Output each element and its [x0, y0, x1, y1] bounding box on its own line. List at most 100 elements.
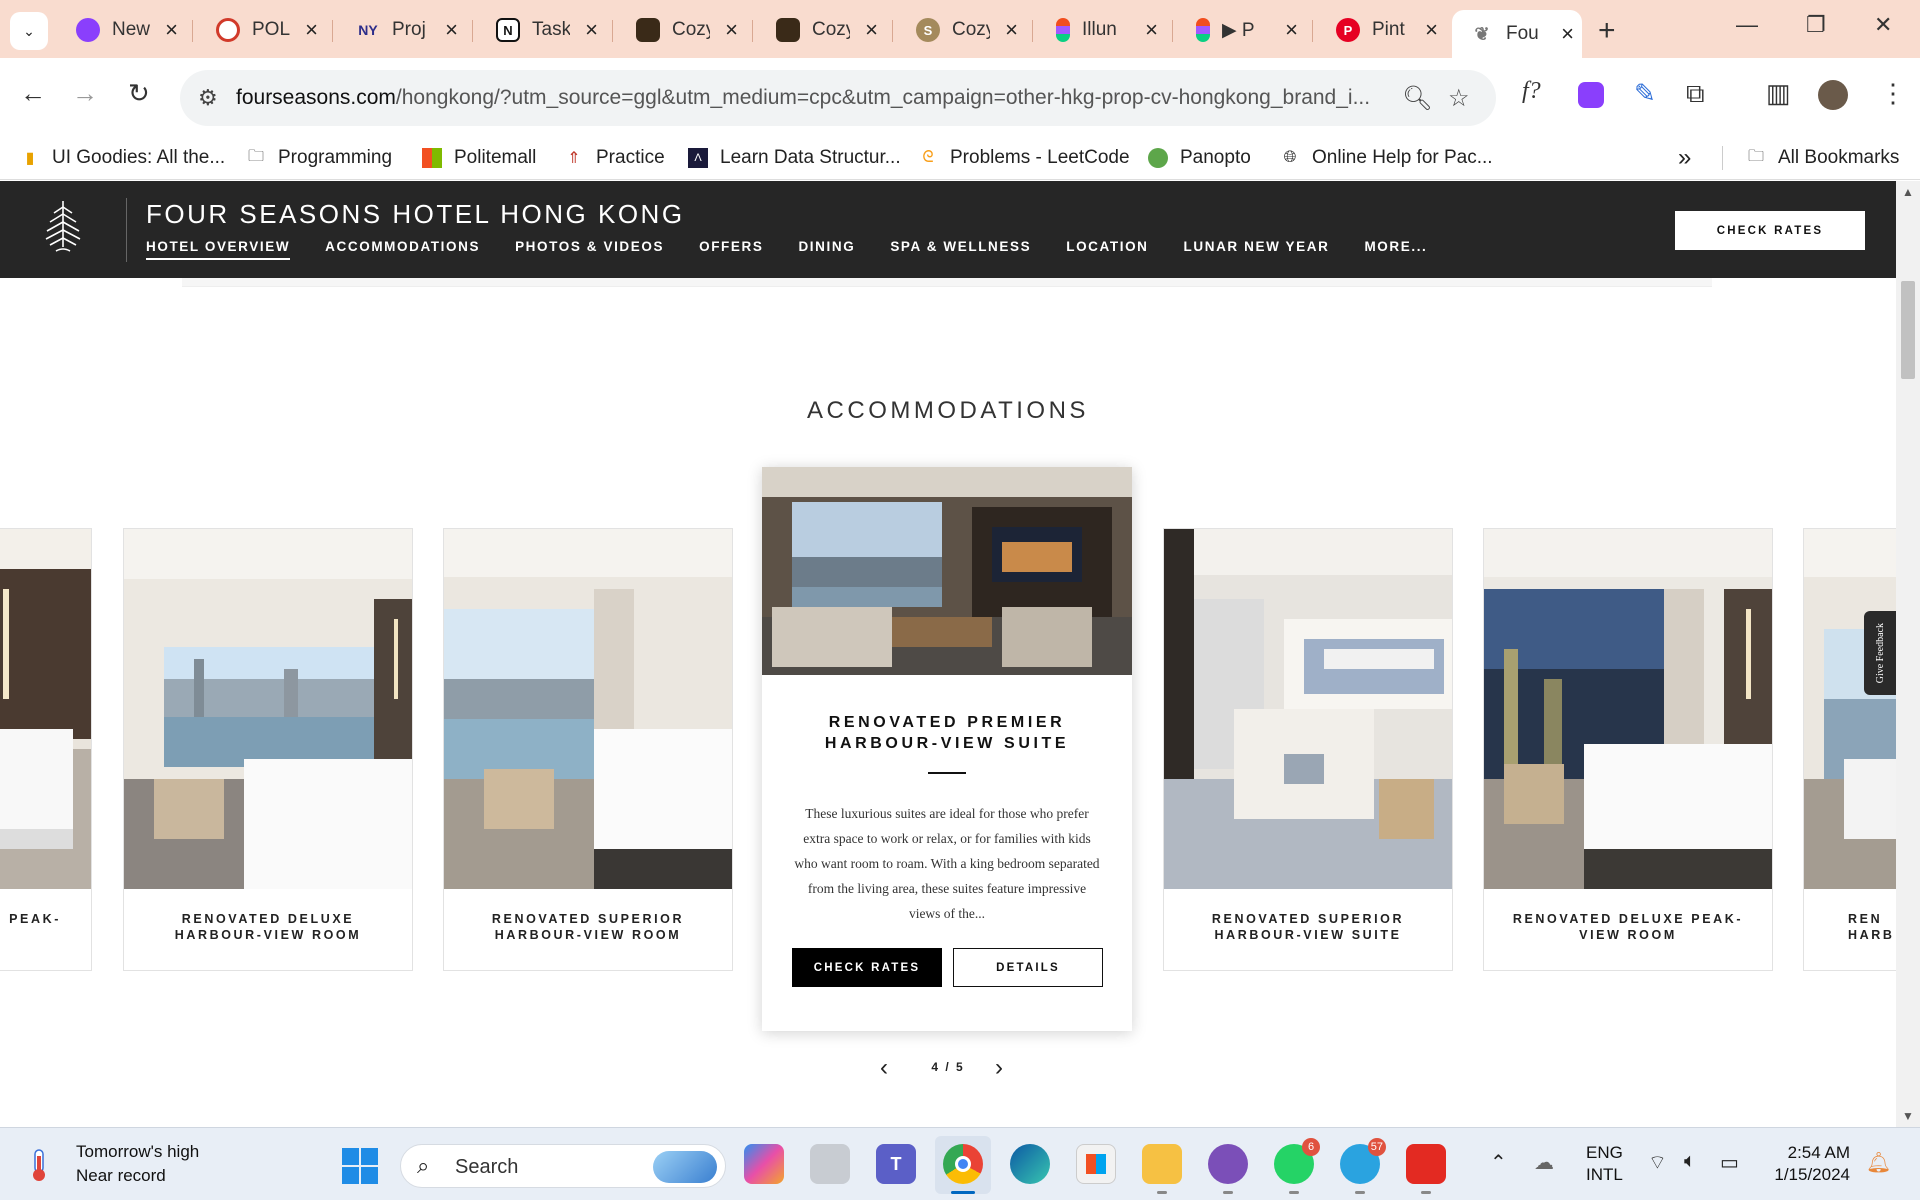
- tab-5[interactable]: Cozy ×: [618, 10, 746, 50]
- four-seasons-tree-logo[interactable]: [38, 197, 88, 259]
- room-card[interactable]: RENOVATED DELUXE PEAK- VIEW ROOM: [1483, 528, 1773, 971]
- scrollbar-thumb[interactable]: [1901, 281, 1915, 379]
- weather-subtitle[interactable]: Near record: [76, 1166, 166, 1186]
- store-icon[interactable]: [1076, 1144, 1116, 1184]
- close-window-icon[interactable]: ✕: [1874, 12, 1892, 38]
- whatsapp-icon[interactable]: 6: [1274, 1138, 1320, 1194]
- room-card[interactable]: RENOVATED DELUXE HARBOUR-VIEW ROOM: [123, 528, 413, 971]
- bookmark-panopto[interactable]: Panopto: [1148, 136, 1251, 180]
- tab-9[interactable]: ▶ P ×: [1178, 10, 1306, 50]
- tab-2[interactable]: POL ×: [198, 10, 326, 50]
- reload-icon[interactable]: ↻: [128, 78, 150, 109]
- bookmark-programming[interactable]: 🗀 Programming: [246, 136, 392, 180]
- acrobat-icon[interactable]: [1406, 1144, 1446, 1194]
- bookmark-star-icon[interactable]: ☆: [1448, 84, 1470, 113]
- url-text[interactable]: fourseasons.com/hongkong/?utm_source=ggl…: [236, 86, 1396, 110]
- all-bookmarks-button[interactable]: 🗀 All Bookmarks: [1746, 136, 1899, 180]
- edge-icon[interactable]: [1010, 1144, 1050, 1184]
- bookmark-ui-goodies[interactable]: ▮ UI Goodies: All the...: [20, 136, 226, 180]
- room-card[interactable]: RENOVATED SUPERIOR HARBOUR-VIEW ROOM: [443, 528, 733, 971]
- language-indicator[interactable]: ENG INTL: [1586, 1142, 1623, 1186]
- weather-title[interactable]: Tomorrow's high: [76, 1142, 199, 1162]
- bookmark-politemall[interactable]: Politemall: [422, 136, 536, 180]
- extensions-icon[interactable]: ⧉: [1686, 78, 1705, 110]
- tab-7[interactable]: S Cozy ×: [898, 10, 1026, 50]
- bookmarks-overflow-button[interactable]: »: [1678, 136, 1691, 180]
- hotel-name[interactable]: FOUR SEASONS HOTEL HONG KONG: [146, 199, 685, 230]
- copilot-extension-icon[interactable]: [1578, 82, 1604, 108]
- task-view-icon[interactable]: [810, 1144, 850, 1184]
- nav-more[interactable]: MORE...: [1364, 239, 1427, 260]
- clock[interactable]: 2:54 AM 1/15/2024: [1760, 1142, 1850, 1186]
- room-card[interactable]: E PEAK-: [0, 528, 92, 971]
- taskbar-search[interactable]: ⌕ Search: [400, 1144, 726, 1188]
- tab-8[interactable]: Illun ×: [1038, 10, 1166, 50]
- nav-hotel-overview[interactable]: HOTEL OVERVIEW: [146, 239, 291, 260]
- close-icon[interactable]: ×: [1425, 17, 1438, 43]
- close-icon[interactable]: ×: [865, 17, 878, 43]
- tab-search-button[interactable]: ⌄: [10, 12, 48, 50]
- bookmark-online-help[interactable]: 🌐︎ Online Help for Pac...: [1280, 136, 1493, 180]
- github-icon[interactable]: [1208, 1144, 1248, 1194]
- file-explorer-icon[interactable]: [1142, 1144, 1182, 1194]
- bookmark-learn-ds[interactable]: Λ Learn Data Structur...: [688, 136, 901, 180]
- copilot-pre-icon[interactable]: [744, 1144, 784, 1184]
- address-bar[interactable]: ⚙ fourseasons.com/hongkong/?utm_source=g…: [180, 70, 1496, 126]
- battery-icon[interactable]: ▭: [1720, 1150, 1739, 1175]
- scroll-down-icon[interactable]: ▼: [1902, 1109, 1914, 1123]
- close-icon[interactable]: ×: [305, 17, 318, 43]
- page-scrollbar[interactable]: ▲ ▼: [1896, 181, 1920, 1127]
- minimize-icon[interactable]: —: [1736, 12, 1758, 38]
- chevron-right-icon[interactable]: ›: [995, 1054, 1003, 1082]
- tab-10[interactable]: P Pint ×: [1318, 10, 1446, 50]
- volume-icon[interactable]: 🔈︎: [1684, 1150, 1696, 1173]
- chrome-icon[interactable]: [943, 1144, 983, 1194]
- close-icon[interactable]: ×: [1561, 21, 1574, 47]
- close-icon[interactable]: ×: [585, 17, 598, 43]
- start-button[interactable]: [342, 1148, 378, 1184]
- kebab-menu-icon[interactable]: ⋮: [1880, 78, 1906, 109]
- close-icon[interactable]: ×: [1005, 17, 1018, 43]
- tab-active-fourseasons[interactable]: ❦ Fou ×: [1452, 10, 1582, 58]
- close-icon[interactable]: ×: [445, 17, 458, 43]
- header-check-rates-button[interactable]: CHECK RATES: [1675, 211, 1865, 250]
- close-icon[interactable]: ×: [1145, 17, 1158, 43]
- back-icon[interactable]: ←: [20, 78, 46, 109]
- tab-6[interactable]: Cozy ×: [758, 10, 886, 50]
- zoom-icon[interactable]: 🔍︎: [1402, 84, 1432, 113]
- forward-icon[interactable]: →: [72, 78, 98, 109]
- tab-4[interactable]: N Task ×: [478, 10, 606, 50]
- chevron-left-icon[interactable]: ‹: [880, 1054, 888, 1082]
- card-details-button[interactable]: DETAILS: [953, 948, 1103, 987]
- side-panel-icon[interactable]: ▥: [1766, 78, 1791, 109]
- bookmark-leetcode[interactable]: ᘓ Problems - LeetCode: [918, 136, 1129, 180]
- nav-spa-wellness[interactable]: SPA & WELLNESS: [890, 239, 1031, 260]
- close-icon[interactable]: ×: [165, 17, 178, 43]
- card-check-rates-button[interactable]: CHECK RATES: [792, 948, 942, 987]
- bookmark-practice[interactable]: ⇑ Practice: [564, 136, 664, 180]
- nav-location[interactable]: LOCATION: [1066, 239, 1148, 260]
- nav-accommodations[interactable]: ACCOMMODATIONS: [325, 239, 480, 260]
- tab-3[interactable]: NY Proj ×: [338, 10, 466, 50]
- new-tab-button[interactable]: +: [1598, 14, 1616, 48]
- nav-dining[interactable]: DINING: [798, 239, 855, 260]
- teams-icon[interactable]: T: [876, 1144, 916, 1184]
- tray-overflow-icon[interactable]: ⌃: [1490, 1150, 1507, 1175]
- close-icon[interactable]: ×: [1285, 17, 1298, 43]
- notification-bell-icon[interactable]: 🔔︎: [1866, 1150, 1891, 1175]
- restore-icon[interactable]: ❐: [1806, 12, 1826, 38]
- profile-avatar[interactable]: [1818, 80, 1848, 110]
- site-info-icon[interactable]: ⚙: [198, 85, 218, 111]
- fx-extension-icon[interactable]: f?: [1522, 78, 1541, 105]
- room-card[interactable]: REN HARB: [1803, 528, 1896, 971]
- scroll-up-icon[interactable]: ▲: [1902, 185, 1914, 199]
- thermometer-icon[interactable]: [30, 1148, 48, 1182]
- room-card[interactable]: RENOVATED SUPERIOR HARBOUR-VIEW SUITE: [1163, 528, 1453, 971]
- nav-photos-videos[interactable]: PHOTOS & VIDEOS: [515, 239, 664, 260]
- pen-extension-icon[interactable]: ✎: [1634, 78, 1656, 109]
- onedrive-icon[interactable]: ☁: [1534, 1150, 1554, 1175]
- tab-1[interactable]: New ×: [58, 10, 186, 50]
- nav-offers[interactable]: OFFERS: [699, 239, 763, 260]
- featured-room-card[interactable]: RENOVATED PREMIER HARBOUR-VIEW SUITE The…: [762, 467, 1132, 1031]
- wifi-icon[interactable]: ⌔: [1648, 1150, 1667, 1175]
